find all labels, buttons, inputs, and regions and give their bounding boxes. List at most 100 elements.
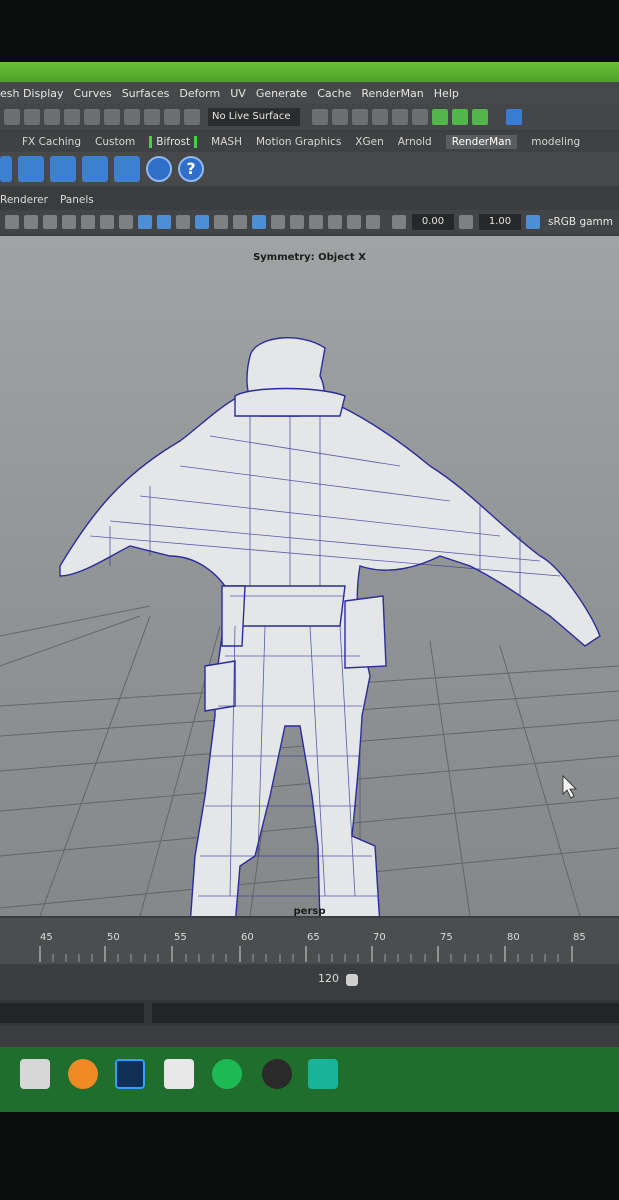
color-management-icon[interactable]	[526, 215, 540, 229]
mel-input[interactable]	[0, 1003, 144, 1023]
colorspace-field[interactable]: sRGB gamm	[548, 216, 613, 228]
camera-label: persp	[293, 906, 326, 916]
attribute-editor-icon[interactable]	[472, 109, 488, 125]
photoshop-icon[interactable]	[115, 1059, 145, 1089]
command-line	[0, 1000, 619, 1026]
isolate-icon[interactable]	[328, 215, 342, 229]
app-icon[interactable]	[262, 1059, 292, 1089]
taskbar	[0, 1047, 619, 1112]
xray-joints-icon[interactable]	[347, 215, 361, 229]
snap-grid-icon[interactable]	[84, 109, 100, 125]
ipr-icon[interactable]	[352, 109, 368, 125]
live-surface-field[interactable]: No Live Surface	[208, 108, 300, 126]
menu-help[interactable]: Help	[434, 87, 459, 100]
snap-curve-icon[interactable]	[104, 109, 120, 125]
render-settings-icon[interactable]	[372, 109, 388, 125]
exposure-field[interactable]: 0.00	[412, 214, 454, 230]
lights-icon[interactable]	[233, 215, 247, 229]
help-icon[interactable]: ?	[178, 156, 204, 182]
menu-deform[interactable]: Deform	[179, 87, 220, 100]
snap-point-icon[interactable]	[124, 109, 140, 125]
camera-attr-icon[interactable]	[24, 215, 38, 229]
blender-icon[interactable]	[68, 1059, 98, 1089]
tab-bifrost[interactable]: Bifrost	[149, 136, 198, 148]
timeline-tick: 55	[174, 932, 187, 943]
menu-uv[interactable]: UV	[230, 87, 246, 100]
range-end-value: 120	[318, 972, 339, 985]
menu-renderman[interactable]: RenderMan	[361, 87, 423, 100]
tab-xgen[interactable]: XGen	[355, 136, 383, 148]
renderman-icon[interactable]	[0, 156, 12, 182]
renderman-icon[interactable]	[50, 156, 76, 182]
layout-icon[interactable]	[4, 109, 20, 125]
textured-icon[interactable]	[176, 215, 190, 229]
menu-cache[interactable]: Cache	[317, 87, 351, 100]
modeling-toolkit-icon[interactable]	[432, 109, 448, 125]
lock-icon[interactable]	[44, 109, 60, 125]
wireframe-on-shaded-icon[interactable]	[195, 215, 209, 229]
range-slider[interactable]: 120	[0, 968, 619, 994]
tab-renderman[interactable]: RenderMan	[445, 135, 518, 149]
tab-motion-graphics[interactable]: Motion Graphics	[256, 136, 341, 148]
renderman-icon[interactable]	[18, 156, 44, 182]
shadows-icon[interactable]	[252, 215, 266, 229]
timeline-tick: 80	[507, 932, 520, 943]
hypershade-icon[interactable]	[392, 109, 408, 125]
viewport-toolbar: 0.00 1.00 sRGB gamm	[0, 210, 619, 234]
range-end-handle[interactable]	[346, 974, 358, 986]
grid-icon[interactable]	[81, 215, 95, 229]
eye-icon[interactable]	[412, 109, 428, 125]
tab-custom[interactable]: Custom	[95, 136, 135, 148]
smooth-shade-icon[interactable]	[157, 215, 171, 229]
menu-panels[interactable]: Panels	[60, 194, 94, 206]
menu-renderer[interactable]: Renderer	[0, 194, 48, 206]
timeline-tick: 75	[440, 932, 453, 943]
film-gate-icon[interactable]	[100, 215, 114, 229]
gamma-field[interactable]: 1.00	[479, 214, 521, 230]
tab-arnold[interactable]: Arnold	[398, 136, 432, 148]
render-icon[interactable]	[312, 109, 328, 125]
magnet-icon[interactable]	[184, 109, 200, 125]
snap-view-icon[interactable]	[144, 109, 160, 125]
bookmark-icon[interactable]	[43, 215, 57, 229]
menu-surfaces[interactable]: Surfaces	[122, 87, 170, 100]
tab-modeling[interactable]: modeling	[531, 136, 580, 148]
gamma-icon[interactable]	[459, 215, 473, 229]
renderman-icon[interactable]	[114, 156, 140, 182]
zbrush-icon[interactable]	[164, 1059, 194, 1089]
character-controls-icon[interactable]	[452, 109, 468, 125]
menu-generate[interactable]: Generate	[256, 87, 307, 100]
user-icon[interactable]	[506, 109, 522, 125]
explorer-icon[interactable]	[20, 1059, 50, 1089]
menu-mesh-display[interactable]: esh Display	[0, 87, 64, 100]
timeline-tick: 60	[241, 932, 254, 943]
exposure-icon[interactable]	[392, 215, 406, 229]
wireframe-icon[interactable]	[138, 215, 152, 229]
xray-components-icon[interactable]	[366, 215, 380, 229]
menu-curves[interactable]: Curves	[74, 87, 112, 100]
ambient-occlusion-icon[interactable]	[271, 215, 285, 229]
maya-window: esh Display Curves Surfaces Deform UV Ge…	[0, 62, 619, 1112]
tab-fx-caching[interactable]: FX Caching	[22, 136, 81, 148]
mouse-cursor-icon	[562, 775, 577, 799]
status-line: No Live Surface	[0, 104, 619, 130]
spotify-icon[interactable]	[212, 1059, 242, 1089]
renderman-round-icon[interactable]	[146, 156, 172, 182]
layout-icon[interactable]	[24, 109, 40, 125]
tab-mash[interactable]: MASH	[211, 136, 242, 148]
render-frame-icon[interactable]	[332, 109, 348, 125]
time-slider[interactable]: 45 50 55 60 65 70 75 80 85	[0, 918, 619, 964]
image-plane-icon[interactable]	[62, 215, 76, 229]
anti-alias-icon[interactable]	[309, 215, 323, 229]
snap-surface-icon[interactable]	[164, 109, 180, 125]
renderman-icon[interactable]	[82, 156, 108, 182]
select-icon[interactable]	[64, 109, 80, 125]
maya-icon[interactable]	[308, 1059, 338, 1089]
resolution-gate-icon[interactable]	[119, 215, 133, 229]
viewport-persp[interactable]: Symmetry: Object X persp	[0, 236, 619, 916]
command-result-field	[152, 1003, 619, 1023]
motion-blur-icon[interactable]	[290, 215, 304, 229]
character-mesh	[59, 337, 601, 916]
camera-icon[interactable]	[5, 215, 19, 229]
xray-icon[interactable]	[214, 215, 228, 229]
